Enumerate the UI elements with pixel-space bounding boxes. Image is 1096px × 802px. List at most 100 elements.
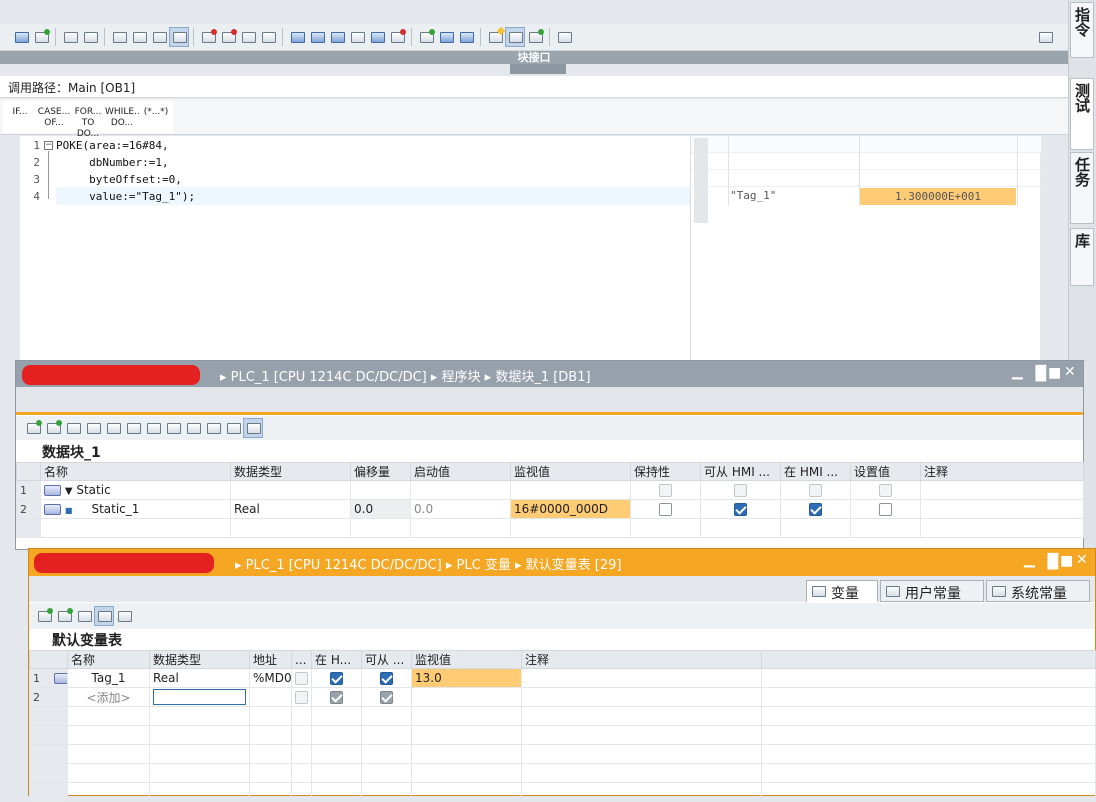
hmi-visible-checkbox[interactable] [809, 503, 822, 516]
retain-checkbox[interactable] [659, 484, 672, 497]
hmi-visible-checkbox[interactable] [330, 672, 343, 685]
expand-arrow-icon[interactable]: ▼ [65, 486, 73, 497]
insert-network-icon[interactable] [12, 28, 30, 46]
breakpoint-icon[interactable] [388, 28, 406, 46]
template-case[interactable]: CASE...OF... [37, 101, 71, 133]
type-cell[interactable] [231, 481, 351, 500]
column-header[interactable]: 偏移量 [351, 463, 411, 481]
add-row-icon[interactable] [44, 419, 62, 437]
address-cell[interactable]: %MD0 [250, 669, 292, 688]
collapse-all-icon[interactable] [84, 419, 102, 437]
delete-link-icon[interactable] [199, 28, 217, 46]
comment-cell[interactable] [522, 688, 762, 707]
minimize-icon[interactable]: ▁ [1024, 552, 1035, 568]
hmi-visible-checkbox[interactable] [809, 484, 822, 497]
tab-testing[interactable]: 测试 [1070, 78, 1094, 150]
clear-breakpoint-icon[interactable] [219, 28, 237, 46]
hmi-visible-cell[interactable] [312, 669, 362, 688]
setpoint-checkbox[interactable] [879, 484, 892, 497]
hmi-access-checkbox[interactable] [734, 503, 747, 516]
copy-snapshot-icon[interactable] [124, 419, 142, 437]
tab-user-constants[interactable]: 用户常量 [880, 580, 984, 602]
hmi-access-cell[interactable] [362, 688, 412, 707]
start-value-cell[interactable] [411, 481, 511, 500]
maximize-icon[interactable]: ■ [1060, 553, 1073, 569]
retain-checkbox[interactable] [659, 503, 672, 516]
expand-icon[interactable] [259, 28, 277, 46]
column-header[interactable]: 可从 HMI ... [701, 463, 781, 481]
next-bookmark-icon[interactable] [457, 28, 475, 46]
maximize-icon[interactable]: ■ [1048, 365, 1061, 381]
retain-cell[interactable] [631, 481, 701, 500]
add-row-icon[interactable] [55, 607, 73, 625]
glasses-monitor-icon[interactable] [244, 419, 262, 437]
column-header[interactable]: 在 H... [312, 651, 362, 669]
close-icon[interactable]: ✕ [1064, 364, 1076, 380]
hmi-access-checkbox[interactable] [380, 672, 393, 685]
setpoint-cell[interactable] [851, 500, 921, 519]
panel-layout-icon[interactable] [1036, 28, 1054, 46]
hmi-visible-cell[interactable] [781, 481, 851, 500]
snapshot-icon[interactable] [486, 28, 504, 46]
bookmark-icon[interactable] [417, 28, 435, 46]
column-filter-icon[interactable] [115, 607, 133, 625]
column-header[interactable]: 注释 [921, 463, 1084, 481]
column-header[interactable]: 名称 [68, 651, 150, 669]
hmi-access-cell[interactable] [701, 481, 781, 500]
type-cell[interactable]: Real [150, 669, 250, 688]
comment-cell[interactable] [522, 669, 762, 688]
load-snapshot-icon[interactable] [144, 419, 162, 437]
hmi-visible-cell[interactable] [312, 688, 362, 707]
template-for[interactable]: FOR...TO DO... [71, 101, 105, 133]
retain-cell[interactable] [631, 500, 701, 519]
table-row[interactable] [17, 519, 1084, 538]
goto-icon[interactable] [61, 28, 79, 46]
glasses-monitor-icon[interactable] [95, 607, 113, 625]
type-cell[interactable] [150, 688, 250, 707]
split-editor-icon[interactable] [555, 28, 573, 46]
split-editor-icon[interactable] [224, 419, 242, 437]
code-line[interactable]: dbNumber:=1, [56, 156, 169, 169]
template-while[interactable]: WHILE..DO... [105, 101, 139, 133]
hmi-visible-cell[interactable] [781, 500, 851, 519]
column-header[interactable]: 在 HMI ... [781, 463, 851, 481]
hmi-visible-checkbox[interactable] [330, 691, 343, 704]
column-header[interactable]: 设置值 [851, 463, 921, 481]
add-new-cell[interactable]: <添加> [68, 688, 150, 707]
insert-row-icon[interactable] [35, 607, 53, 625]
comment-cell[interactable] [921, 481, 1084, 500]
name-cell[interactable]: ▼ Static [41, 481, 231, 500]
code-line[interactable]: byteOffset:=0, [56, 173, 182, 186]
interface-splitter-handle[interactable] [510, 64, 566, 74]
table-row[interactable]: 2 <添加> [30, 688, 1096, 707]
retain-cell[interactable] [292, 669, 312, 688]
retain-checkbox[interactable] [295, 672, 308, 685]
template-comment[interactable]: (*...*) [139, 101, 173, 133]
export-icon[interactable] [75, 607, 93, 625]
column-header[interactable]: 数据类型 [150, 651, 250, 669]
column-header[interactable]: 数据类型 [231, 463, 351, 481]
column-header[interactable]: ... [292, 651, 312, 669]
list-icon[interactable] [239, 28, 257, 46]
add-block-icon[interactable] [32, 28, 50, 46]
tab-tasks[interactable]: 任务 [1070, 152, 1094, 224]
column-header[interactable]: 可从 ... [362, 651, 412, 669]
comment-icon[interactable] [348, 28, 366, 46]
column-header[interactable]: 保持性 [631, 463, 701, 481]
reset-icon[interactable] [184, 419, 202, 437]
tab-instructions[interactable]: 指令 [1070, 2, 1094, 58]
column-header[interactable]: 监视值 [412, 651, 522, 669]
table-row[interactable]: 2 ■ Static_1 Real 0.0 0.0 16#0000_000D [17, 500, 1084, 519]
minimize-icon[interactable]: ▁ [1012, 364, 1023, 380]
start-value-cell[interactable]: 0.0 [411, 500, 511, 519]
column-header[interactable]: 地址 [250, 651, 292, 669]
close-icon[interactable]: ✕ [1076, 552, 1088, 568]
template-if[interactable]: IF... [3, 101, 37, 133]
indent-right-icon[interactable] [308, 28, 326, 46]
tab-tags[interactable]: 变量 [806, 580, 878, 602]
start-values-icon[interactable] [164, 419, 182, 437]
outdent-icon[interactable] [328, 28, 346, 46]
tab-libraries[interactable]: 库 [1070, 228, 1094, 286]
hmi-access-cell[interactable] [701, 500, 781, 519]
hmi-access-checkbox[interactable] [734, 484, 747, 497]
